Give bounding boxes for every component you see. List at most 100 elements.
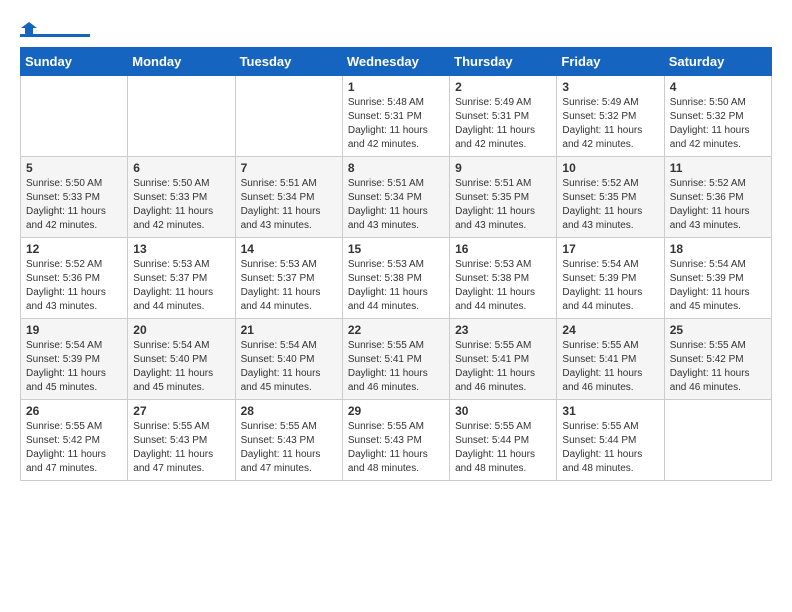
calendar-cell: 16 Sunrise: 5:53 AM Sunset: 5:38 PM Dayl…	[450, 238, 557, 319]
cell-sunrise: Sunrise: 5:55 AM	[455, 420, 551, 434]
cell-daylight: Daylight: 11 hours and 43 minutes.	[562, 205, 658, 233]
cell-sunset: Sunset: 5:31 PM	[455, 110, 551, 124]
cell-daylight: Daylight: 11 hours and 45 minutes.	[241, 367, 337, 395]
calendar-cell: 8 Sunrise: 5:51 AM Sunset: 5:34 PM Dayli…	[342, 157, 449, 238]
calendar-table: SundayMondayTuesdayWednesdayThursdayFrid…	[20, 47, 772, 481]
calendar-cell: 29 Sunrise: 5:55 AM Sunset: 5:43 PM Dayl…	[342, 400, 449, 481]
calendar-cell: 26 Sunrise: 5:55 AM Sunset: 5:42 PM Dayl…	[21, 400, 128, 481]
weekday-header-saturday: Saturday	[664, 48, 771, 76]
cell-day-number: 20	[133, 323, 229, 337]
cell-sunrise: Sunrise: 5:50 AM	[26, 177, 122, 191]
cell-sunset: Sunset: 5:41 PM	[455, 353, 551, 367]
cell-sunset: Sunset: 5:34 PM	[241, 191, 337, 205]
cell-sunrise: Sunrise: 5:48 AM	[348, 96, 444, 110]
cell-sunset: Sunset: 5:39 PM	[670, 272, 766, 286]
cell-day-number: 9	[455, 161, 551, 175]
cell-sunset: Sunset: 5:36 PM	[26, 272, 122, 286]
calendar-cell: 5 Sunrise: 5:50 AM Sunset: 5:33 PM Dayli…	[21, 157, 128, 238]
cell-sunrise: Sunrise: 5:51 AM	[455, 177, 551, 191]
cell-day-number: 25	[670, 323, 766, 337]
cell-day-number: 14	[241, 242, 337, 256]
cell-daylight: Daylight: 11 hours and 42 minutes.	[133, 205, 229, 233]
cell-day-number: 1	[348, 80, 444, 94]
cell-sunset: Sunset: 5:40 PM	[241, 353, 337, 367]
calendar-cell: 12 Sunrise: 5:52 AM Sunset: 5:36 PM Dayl…	[21, 238, 128, 319]
cell-day-number: 22	[348, 323, 444, 337]
cell-daylight: Daylight: 11 hours and 42 minutes.	[562, 124, 658, 152]
cell-sunset: Sunset: 5:37 PM	[241, 272, 337, 286]
cell-day-number: 31	[562, 404, 658, 418]
cell-daylight: Daylight: 11 hours and 44 minutes.	[241, 286, 337, 314]
cell-sunrise: Sunrise: 5:54 AM	[562, 258, 658, 272]
cell-daylight: Daylight: 11 hours and 44 minutes.	[348, 286, 444, 314]
cell-daylight: Daylight: 11 hours and 45 minutes.	[670, 286, 766, 314]
cell-sunrise: Sunrise: 5:51 AM	[241, 177, 337, 191]
cell-sunset: Sunset: 5:43 PM	[241, 434, 337, 448]
calendar-cell	[664, 400, 771, 481]
cell-sunset: Sunset: 5:40 PM	[133, 353, 229, 367]
cell-daylight: Daylight: 11 hours and 43 minutes.	[455, 205, 551, 233]
cell-sunrise: Sunrise: 5:55 AM	[562, 420, 658, 434]
cell-day-number: 4	[670, 80, 766, 94]
cell-daylight: Daylight: 11 hours and 43 minutes.	[241, 205, 337, 233]
logo	[20, 20, 90, 37]
cell-day-number: 8	[348, 161, 444, 175]
cell-day-number: 10	[562, 161, 658, 175]
cell-day-number: 12	[26, 242, 122, 256]
cell-day-number: 11	[670, 161, 766, 175]
calendar-cell: 3 Sunrise: 5:49 AM Sunset: 5:32 PM Dayli…	[557, 76, 664, 157]
weekday-header-row: SundayMondayTuesdayWednesdayThursdayFrid…	[21, 48, 772, 76]
cell-daylight: Daylight: 11 hours and 43 minutes.	[26, 286, 122, 314]
cell-day-number: 19	[26, 323, 122, 337]
cell-sunset: Sunset: 5:35 PM	[562, 191, 658, 205]
cell-sunset: Sunset: 5:44 PM	[562, 434, 658, 448]
cell-daylight: Daylight: 11 hours and 43 minutes.	[348, 205, 444, 233]
cell-sunset: Sunset: 5:33 PM	[133, 191, 229, 205]
calendar-week-row: 5 Sunrise: 5:50 AM Sunset: 5:33 PM Dayli…	[21, 157, 772, 238]
calendar-week-row: 19 Sunrise: 5:54 AM Sunset: 5:39 PM Dayl…	[21, 319, 772, 400]
cell-sunrise: Sunrise: 5:54 AM	[26, 339, 122, 353]
calendar-cell: 19 Sunrise: 5:54 AM Sunset: 5:39 PM Dayl…	[21, 319, 128, 400]
calendar-cell: 27 Sunrise: 5:55 AM Sunset: 5:43 PM Dayl…	[128, 400, 235, 481]
cell-daylight: Daylight: 11 hours and 48 minutes.	[348, 448, 444, 476]
cell-daylight: Daylight: 11 hours and 46 minutes.	[670, 367, 766, 395]
calendar-cell	[235, 76, 342, 157]
calendar-cell: 2 Sunrise: 5:49 AM Sunset: 5:31 PM Dayli…	[450, 76, 557, 157]
cell-daylight: Daylight: 11 hours and 42 minutes.	[348, 124, 444, 152]
cell-sunset: Sunset: 5:39 PM	[26, 353, 122, 367]
calendar-week-row: 26 Sunrise: 5:55 AM Sunset: 5:42 PM Dayl…	[21, 400, 772, 481]
cell-day-number: 21	[241, 323, 337, 337]
cell-sunrise: Sunrise: 5:55 AM	[26, 420, 122, 434]
calendar-cell: 22 Sunrise: 5:55 AM Sunset: 5:41 PM Dayl…	[342, 319, 449, 400]
cell-sunrise: Sunrise: 5:55 AM	[455, 339, 551, 353]
cell-daylight: Daylight: 11 hours and 42 minutes.	[455, 124, 551, 152]
weekday-header-sunday: Sunday	[21, 48, 128, 76]
cell-day-number: 6	[133, 161, 229, 175]
cell-daylight: Daylight: 11 hours and 46 minutes.	[348, 367, 444, 395]
calendar-cell: 20 Sunrise: 5:54 AM Sunset: 5:40 PM Dayl…	[128, 319, 235, 400]
cell-sunrise: Sunrise: 5:52 AM	[562, 177, 658, 191]
cell-sunrise: Sunrise: 5:53 AM	[455, 258, 551, 272]
cell-day-number: 24	[562, 323, 658, 337]
cell-sunrise: Sunrise: 5:53 AM	[348, 258, 444, 272]
weekday-header-monday: Monday	[128, 48, 235, 76]
cell-day-number: 18	[670, 242, 766, 256]
cell-sunrise: Sunrise: 5:54 AM	[241, 339, 337, 353]
cell-day-number: 29	[348, 404, 444, 418]
logo-underline	[20, 34, 90, 37]
page-header	[20, 20, 772, 37]
cell-day-number: 16	[455, 242, 551, 256]
cell-day-number: 23	[455, 323, 551, 337]
cell-day-number: 17	[562, 242, 658, 256]
cell-day-number: 5	[26, 161, 122, 175]
cell-day-number: 7	[241, 161, 337, 175]
cell-daylight: Daylight: 11 hours and 46 minutes.	[455, 367, 551, 395]
cell-sunset: Sunset: 5:43 PM	[133, 434, 229, 448]
weekday-header-tuesday: Tuesday	[235, 48, 342, 76]
cell-sunset: Sunset: 5:36 PM	[670, 191, 766, 205]
cell-day-number: 26	[26, 404, 122, 418]
calendar-cell: 1 Sunrise: 5:48 AM Sunset: 5:31 PM Dayli…	[342, 76, 449, 157]
cell-sunset: Sunset: 5:37 PM	[133, 272, 229, 286]
cell-sunrise: Sunrise: 5:53 AM	[133, 258, 229, 272]
cell-sunrise: Sunrise: 5:52 AM	[670, 177, 766, 191]
